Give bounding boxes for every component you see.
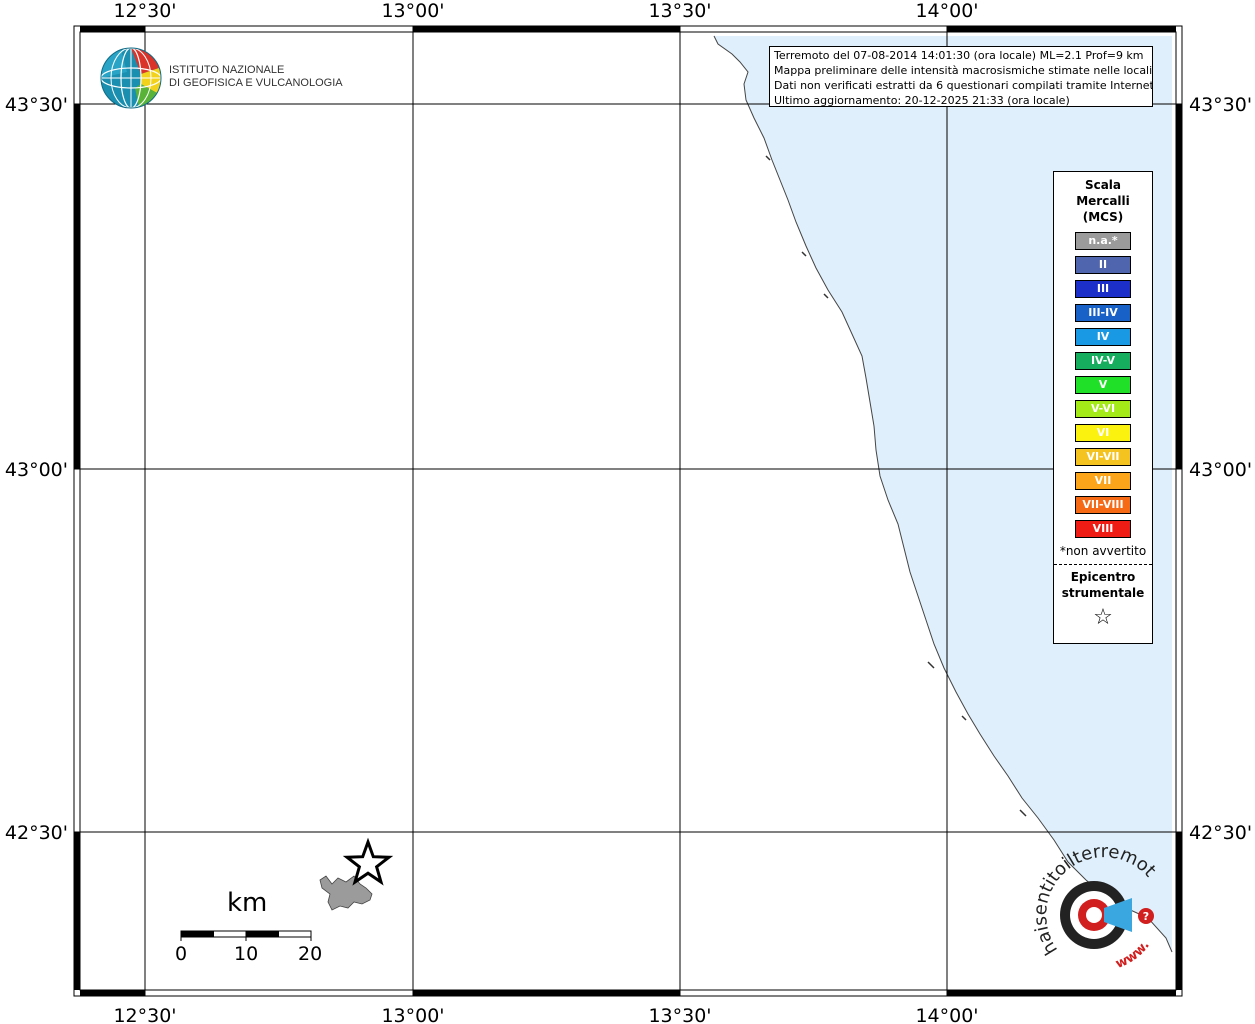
legend-item: VIII: [1075, 520, 1131, 538]
legend-title-line: Scala: [1084, 178, 1122, 192]
info-line-event: Terremoto del 07-08-2014 14:01:30 (ora l…: [774, 49, 1144, 62]
legend-item: III: [1075, 280, 1131, 298]
legend-star-icon: ☆: [1093, 605, 1113, 630]
legend-item: VII: [1075, 472, 1131, 490]
legend-note: *non avvertito: [1059, 544, 1147, 558]
legend-items: n.a.* II III III-IV IV IV-V V V-VI VI VI-VII VII VI…: [1054, 232, 1152, 538]
lat-label-right: 42°30': [1189, 822, 1252, 844]
logo-line-2: DI GEOFISICA E VULCANOLOGIA: [169, 77, 343, 89]
lon-label-bottom: 12°30': [113, 1005, 176, 1024]
info-line-updated: Ultimo aggiornamento: 20-12-2025 21:33 (…: [774, 94, 1070, 107]
lon-label-bottom: 13°30': [648, 1005, 711, 1024]
lon-label-top: 12°30': [113, 0, 176, 22]
lon-label-top: 13°30': [648, 0, 711, 22]
legend-item: VI-VII: [1075, 448, 1131, 466]
legend-item: n.a.*: [1075, 232, 1131, 250]
legend-epicenter-line: strumentale: [1061, 586, 1145, 600]
lat-label-left: 43°30': [5, 94, 68, 116]
info-line-map: Mappa preliminare delle intensità macros…: [774, 64, 1153, 77]
legend-item: VI: [1075, 424, 1131, 442]
ingv-logo-text: ISTITUTO NAZIONALE DI GEOFISICA E VULCAN…: [169, 64, 343, 90]
ingv-logo-icon: [100, 47, 162, 109]
earthquake-info-box: Terremoto del 07-08-2014 14:01:30 (ora l…: [769, 46, 1153, 107]
legend-item: IV-V: [1075, 352, 1131, 370]
legend-epicenter-label: Epicentro strumentale: [1054, 569, 1152, 601]
legend-item: V: [1075, 376, 1131, 394]
lon-label-top: 14°00': [915, 0, 978, 22]
lat-label-left: 42°30': [5, 822, 68, 844]
legend-item: VII-VIII: [1075, 496, 1131, 514]
lat-label-right: 43°30': [1189, 94, 1252, 116]
mcs-legend: Scala Mercalli (MCS) n.a.* II III III-IV IV I…: [1053, 171, 1153, 644]
logo-line-1: ISTITUTO NAZIONALE: [169, 64, 285, 76]
legend-title-line: (MCS): [1082, 210, 1124, 224]
lat-label-left: 43°00': [5, 459, 68, 481]
legend-item: V-VI: [1075, 400, 1131, 418]
legend-item: IV: [1075, 328, 1131, 346]
legend-separator: [1054, 564, 1152, 565]
lon-label-bottom: 13°00': [381, 1005, 444, 1024]
scale-tick-10: 10: [234, 943, 259, 965]
lon-label-bottom: 14°00': [915, 1005, 978, 1024]
legend-title-line: Mercalli: [1076, 194, 1130, 208]
lon-label-top: 13°00': [381, 0, 444, 22]
lat-label-right: 43°00': [1189, 459, 1252, 481]
legend-item: III-IV: [1075, 304, 1131, 322]
legend-epicenter-line: Epicentro: [1070, 570, 1136, 584]
legend-item: II: [1075, 256, 1131, 274]
legend-title: Scala Mercalli (MCS): [1054, 177, 1152, 225]
scale-tick-20: 20: [298, 943, 323, 965]
scale-unit: km: [227, 888, 268, 918]
scale-tick-0: 0: [175, 943, 188, 965]
info-line-data: Dati non verificati estratti da 6 questi…: [774, 79, 1153, 92]
svg-text:?: ?: [1143, 910, 1149, 923]
